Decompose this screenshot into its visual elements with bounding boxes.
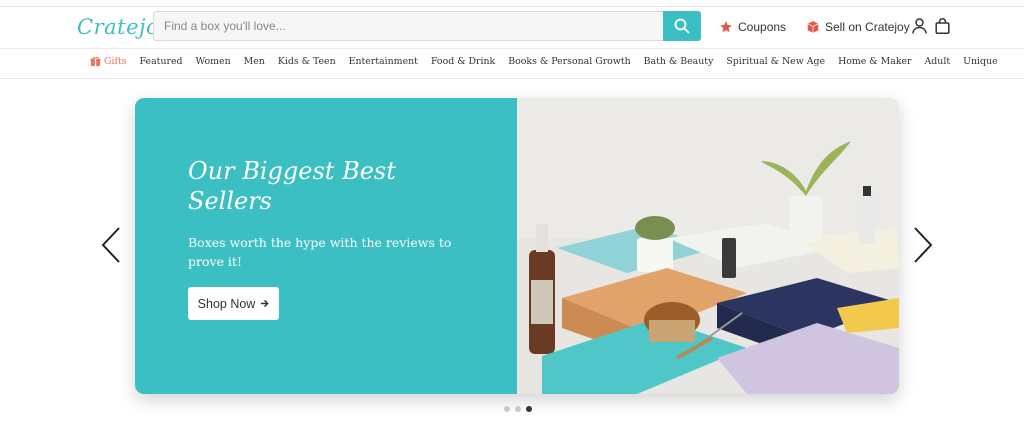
nav-item-books[interactable]: Books & Personal Growth bbox=[508, 56, 630, 67]
search-input[interactable] bbox=[153, 11, 663, 41]
sell-on-cratejoy-link[interactable]: Sell on Cratejoy bbox=[806, 20, 910, 34]
nav-item-spiritual[interactable]: Spiritual & New Age bbox=[726, 56, 825, 67]
nav-item-kids-teen[interactable]: Kids & Teen bbox=[278, 56, 336, 67]
sell-label: Sell on Cratejoy bbox=[825, 20, 910, 34]
nav-item-entertainment[interactable]: Entertainment bbox=[349, 56, 418, 67]
hero-text-panel: Our Biggest Best Sellers Boxes worth the… bbox=[135, 98, 517, 394]
search-icon bbox=[674, 18, 690, 34]
gift-icon bbox=[90, 56, 101, 67]
carousel-dot[interactable] bbox=[515, 406, 521, 412]
nav-item-home-maker[interactable]: Home & Maker bbox=[838, 56, 911, 67]
hero-title: Our Biggest Best Sellers bbox=[188, 157, 396, 215]
coupons-label: Coupons bbox=[738, 20, 787, 34]
carousel-prev-button[interactable] bbox=[100, 226, 122, 268]
site-header: Cratejoy Coupons Sell on Cratejoy bbox=[0, 7, 1024, 47]
search-button[interactable] bbox=[663, 11, 701, 41]
nav-item-featured[interactable]: Featured bbox=[140, 56, 183, 67]
chevron-right-icon bbox=[914, 227, 933, 263]
nav-item-gifts[interactable]: Gifts bbox=[90, 56, 127, 67]
hero-product-photo bbox=[517, 98, 899, 394]
star-icon bbox=[720, 21, 732, 33]
subscription-boxes-image bbox=[517, 98, 899, 394]
cart-button[interactable] bbox=[935, 18, 950, 38]
shop-now-button[interactable]: Shop Now bbox=[188, 287, 279, 320]
nav-item-adult[interactable]: Adult bbox=[925, 56, 951, 67]
top-divider bbox=[0, 0, 1024, 7]
category-nav: Gifts Featured Women Men Kids & Teen Ent… bbox=[0, 48, 1024, 79]
carousel-dot[interactable] bbox=[504, 406, 510, 412]
nav-item-bath-beauty[interactable]: Bath & Beauty bbox=[644, 56, 714, 67]
nav-item-food-drink[interactable]: Food & Drink bbox=[431, 56, 495, 67]
carousel-next-button[interactable] bbox=[912, 226, 934, 268]
account-button[interactable] bbox=[912, 18, 927, 38]
bag-icon bbox=[935, 18, 950, 34]
coupons-link[interactable]: Coupons bbox=[719, 20, 786, 34]
nav-item-unique[interactable]: Unique bbox=[963, 56, 998, 67]
hero-subtitle: Boxes worth the hype with the reviews to… bbox=[188, 235, 452, 269]
chevron-left-icon bbox=[101, 227, 120, 263]
nav-item-women[interactable]: Women bbox=[196, 56, 231, 67]
hero-banner: Our Biggest Best Sellers Boxes worth the… bbox=[135, 98, 899, 394]
carousel-dots bbox=[504, 406, 532, 412]
nav-item-men[interactable]: Men bbox=[244, 56, 265, 67]
box-icon bbox=[807, 21, 819, 33]
shop-now-label: Shop Now bbox=[197, 296, 256, 311]
user-icon bbox=[912, 18, 927, 34]
arrow-right-icon bbox=[261, 299, 270, 308]
carousel-dot-active[interactable] bbox=[526, 406, 532, 412]
